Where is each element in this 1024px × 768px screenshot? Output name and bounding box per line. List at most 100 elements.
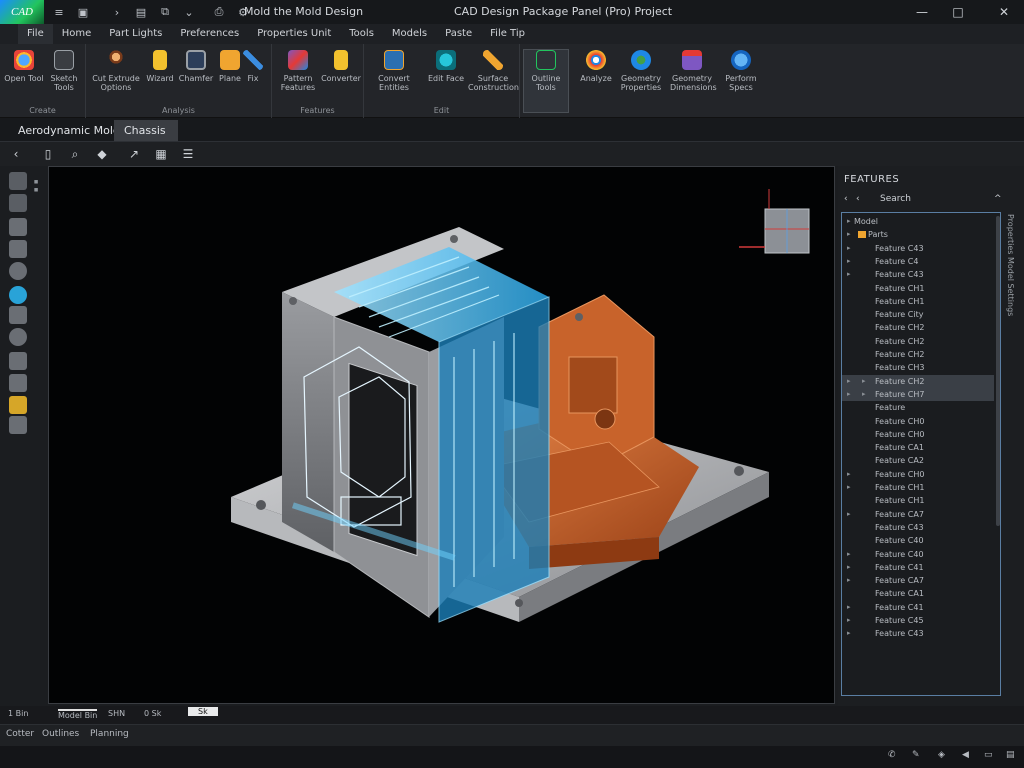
tab-file-tip[interactable]: File Tip <box>481 24 534 44</box>
3d-viewport[interactable] <box>48 166 835 704</box>
table-icon[interactable] <box>9 416 27 434</box>
tree-item[interactable]: Feature C40 <box>842 534 994 547</box>
edit-icon[interactable] <box>9 240 27 258</box>
back-icon[interactable]: ‹ <box>844 194 848 204</box>
expand-arrow-icon[interactable]: ▸ <box>847 614 851 627</box>
maximize-button[interactable]: □ <box>948 3 968 21</box>
shield-icon[interactable] <box>9 286 27 304</box>
tree-item[interactable]: Feature CH0 <box>842 415 994 428</box>
expand-arrow-icon[interactable]: ▸ <box>847 481 851 494</box>
app-logo[interactable]: CAD <box>0 0 44 24</box>
expand-arrow-icon[interactable]: ▸ <box>847 574 851 587</box>
tab-part-lights[interactable]: Part Lights <box>100 24 171 44</box>
expand-arrow-icon[interactable]: ▸ <box>847 561 851 574</box>
converter-button[interactable]: Converter <box>320 50 362 83</box>
fix-button[interactable]: Fix <box>238 50 268 83</box>
tab-sketch[interactable]: 0 Sk <box>144 709 161 718</box>
wrench-icon[interactable] <box>9 374 27 392</box>
tab-preferences[interactable]: Preferences <box>171 24 248 44</box>
tree-item[interactable]: ▸ Feature CA7 <box>842 508 994 521</box>
tree-item[interactable]: ▸ Feature CA7 <box>842 574 994 587</box>
tree-item[interactable]: ▸ Feature C4 <box>842 255 994 268</box>
edit-face-button[interactable]: Edit Face <box>426 50 466 83</box>
tree-item[interactable]: Feature CA1 <box>842 587 994 600</box>
menu-icon[interactable]: ≡ <box>50 3 68 21</box>
expand-arrow-icon[interactable]: ▸ <box>847 268 851 281</box>
tree-item[interactable]: ▸ Model <box>842 215 994 228</box>
globe-icon[interactable] <box>9 262 27 280</box>
notification-icon[interactable]: ▤ <box>1006 750 1015 760</box>
tab-paste[interactable]: Paste <box>436 24 481 44</box>
expand-arrow-icon[interactable]: ▸ <box>847 255 851 268</box>
geometry-properties-button[interactable]: Geometry Properties <box>618 50 664 92</box>
tab-properties-unit[interactable]: Properties Unit <box>248 24 340 44</box>
tab-shn[interactable]: SHN <box>108 709 125 718</box>
tree-item[interactable]: ▸ Parts <box>842 228 994 241</box>
expand-arrow-icon[interactable]: ▸ <box>847 242 851 255</box>
back-icon[interactable]: ‹ <box>5 143 27 165</box>
tree-item[interactable]: Feature CH2 <box>842 335 994 348</box>
close-button[interactable]: ✕ <box>994 3 1014 21</box>
expand-arrow-icon[interactable]: ▸ <box>847 548 851 561</box>
tree-item[interactable]: Feature CA2 <box>842 454 994 467</box>
tree-item[interactable]: ▸ Feature C43 <box>842 268 994 281</box>
phone-icon[interactable]: ✆ <box>888 750 896 760</box>
tree-item[interactable]: ▸ Feature C41 <box>842 601 994 614</box>
perform-specs-button[interactable]: Perform Specs <box>718 50 764 92</box>
wizard-button[interactable]: Wizard <box>140 50 180 83</box>
copy-icon[interactable] <box>9 194 27 212</box>
expand-arrow-icon[interactable]: ▸ <box>847 215 851 228</box>
minimize-button[interactable]: — <box>912 3 932 21</box>
sketch-tools-button[interactable]: Sketch Tools <box>44 50 84 92</box>
list-icon[interactable]: ☰ <box>177 143 199 165</box>
volume-icon[interactable]: ◀ <box>962 750 969 760</box>
layers-icon[interactable]: ⧉ <box>156 3 174 21</box>
tab-planning[interactable]: Planning <box>90 729 129 739</box>
search-row[interactable]: ‹ ‹ Search ^ <box>844 194 1004 210</box>
tree-item[interactable]: ▸ Feature CH1 <box>842 481 994 494</box>
tab-models[interactable]: Models <box>383 24 436 44</box>
save-icon[interactable]: ▣ <box>74 3 92 21</box>
feature-tree[interactable]: ▸ Model ▸ Parts ▸ Feature C43 ▸ Feature C4 ▸ Feat… <box>841 212 1001 696</box>
expand-arrow-icon[interactable]: ▸ <box>847 627 851 640</box>
tab-model-bin[interactable]: Model Bin <box>58 709 98 720</box>
expand-arrow-icon[interactable]: ▸ <box>847 601 851 614</box>
tab-sk[interactable]: Sk <box>188 707 218 716</box>
tab-outlines[interactable]: Outlines <box>42 729 79 739</box>
cursor-icon[interactable]: ↗ <box>123 143 145 165</box>
tab-cotter[interactable]: Cotter <box>6 729 34 739</box>
expand-arrow-icon[interactable]: ▸ <box>862 375 866 388</box>
cut-extrude-button[interactable]: Cut Extrude Options <box>92 50 140 92</box>
expand-arrow-icon[interactable]: ▸ <box>847 375 851 388</box>
tab-file[interactable]: File <box>18 24 53 44</box>
convert-entities-button[interactable]: Convert Entities <box>368 50 420 92</box>
expand-arrow-icon[interactable]: ▸ <box>847 228 851 241</box>
tab-chassis[interactable]: Chassis <box>114 120 178 141</box>
grid-icon[interactable] <box>9 352 27 370</box>
puzzle-icon[interactable]: ✎ <box>912 750 920 760</box>
tree-item[interactable]: Feature C43 <box>842 521 994 534</box>
outline-tools-button[interactable]: Outline Tools <box>523 49 569 113</box>
tree-item[interactable]: ▸ Feature C43 <box>842 242 994 255</box>
dropbox-icon[interactable]: ◈ <box>938 750 945 760</box>
expand-arrow-icon[interactable]: ▸ <box>847 468 851 481</box>
tree-item[interactable]: ▸ Feature C40 <box>842 548 994 561</box>
search-input[interactable]: Search <box>880 194 911 204</box>
tree-item[interactable]: ▸ ▸ Feature CH7 <box>842 387 994 401</box>
save-file-icon[interactable]: ▤ <box>132 3 150 21</box>
expand-arrow-icon[interactable]: ▸ <box>862 388 866 401</box>
rotate-icon[interactable] <box>9 172 27 190</box>
tree-item[interactable]: Feature City <box>842 308 994 321</box>
geometry-dimensions-button[interactable]: Geometry Dimensions <box>670 50 717 92</box>
open-tool-button[interactable]: Open Tool <box>4 50 44 83</box>
tree-item[interactable]: Feature CA1 <box>842 441 994 454</box>
new-document-icon[interactable]: ▯ <box>37 143 59 165</box>
search-icon[interactable]: ⌕ <box>64 143 86 165</box>
tree-item[interactable]: Feature CH2 <box>842 348 994 361</box>
pattern-features-button[interactable]: Pattern Features <box>276 50 320 92</box>
hazard-icon[interactable] <box>9 396 27 414</box>
page-icon[interactable]: ▦ <box>150 143 172 165</box>
tree-item[interactable]: ▸ Feature C45 <box>842 614 994 627</box>
layers-icon[interactable] <box>9 218 27 236</box>
tree-item[interactable]: Feature <box>842 401 994 414</box>
